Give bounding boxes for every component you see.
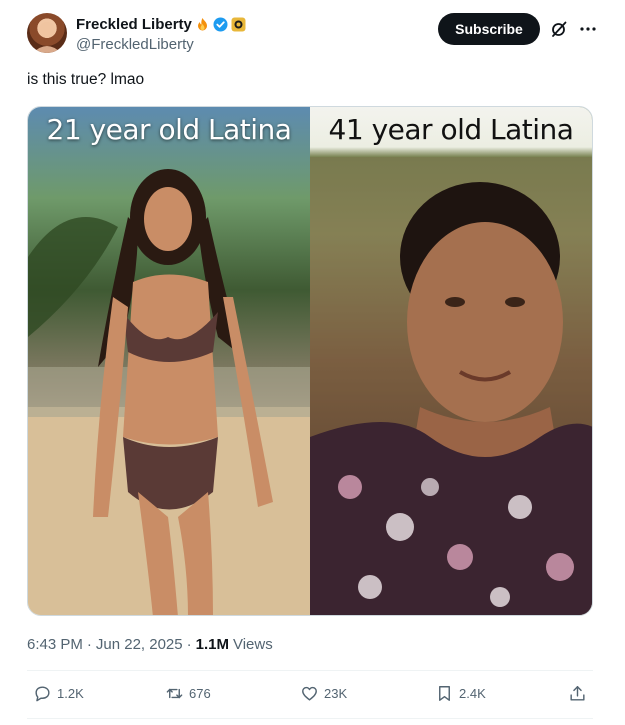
left-caption: 21 year old Latina	[46, 113, 292, 146]
bookmark-button[interactable]: 2.4K	[435, 684, 486, 703]
verified-icon[interactable]	[213, 17, 228, 32]
divider-bottom	[27, 718, 593, 719]
author-handle[interactable]: @FreckledLiberty	[76, 36, 246, 53]
reply-count: 1.2K	[57, 686, 84, 701]
author-avatar[interactable]	[27, 13, 67, 53]
repost-count: 676	[189, 686, 211, 701]
gold-badge-icon[interactable]	[231, 17, 246, 32]
repost-icon	[166, 688, 183, 699]
reply-button[interactable]: 1.2K	[33, 684, 84, 703]
tweet-meta: 6:43 PM · Jun 22, 2025 · 1.1M Views	[27, 636, 273, 653]
tweet-text: is this true? lmao	[27, 71, 145, 88]
more-options-icon[interactable]	[578, 20, 598, 38]
fire-icon	[195, 17, 210, 32]
grok-icon[interactable]	[550, 20, 568, 38]
subscribe-button[interactable]: Subscribe	[438, 13, 540, 45]
divider	[27, 670, 593, 671]
heart-icon	[302, 686, 317, 701]
bookmark-count: 2.4K	[459, 686, 486, 701]
repost-button[interactable]: 676	[165, 684, 211, 703]
tweet-time[interactable]: 6:43 PM	[27, 636, 83, 653]
share-icon	[570, 686, 585, 701]
views-label: Views	[232, 636, 273, 653]
media-panel-right[interactable]: 41 year old Latina	[310, 107, 592, 615]
media-panel-left[interactable]: 21 year old Latina	[28, 107, 310, 615]
views-count: 1.1M	[195, 636, 229, 653]
meta-separator: ·	[186, 636, 192, 653]
tweet-date[interactable]: Jun 22, 2025	[96, 636, 183, 653]
meta-separator: ·	[86, 636, 92, 653]
tweet-card: Freckled Liberty @FreckledLiberty Subscr…	[0, 0, 625, 725]
left-photo	[28, 169, 310, 615]
right-photo	[310, 157, 592, 615]
share-button[interactable]	[568, 684, 587, 703]
reply-icon	[35, 686, 50, 702]
author-display-name[interactable]: Freckled Liberty	[76, 16, 192, 33]
right-caption: 41 year old Latina	[328, 113, 574, 146]
like-count: 23K	[324, 686, 348, 701]
like-button[interactable]: 23K	[300, 684, 347, 703]
tweet-header: Freckled Liberty @FreckledLiberty Subscr…	[27, 12, 602, 54]
action-bar: 1.2K 676 23K 2.4K	[27, 684, 593, 706]
tweet-media[interactable]: 21 year old Latina 41 year old Latina	[27, 106, 593, 616]
author-names: Freckled Liberty @FreckledLiberty	[76, 15, 246, 53]
bookmark-icon	[439, 686, 450, 701]
